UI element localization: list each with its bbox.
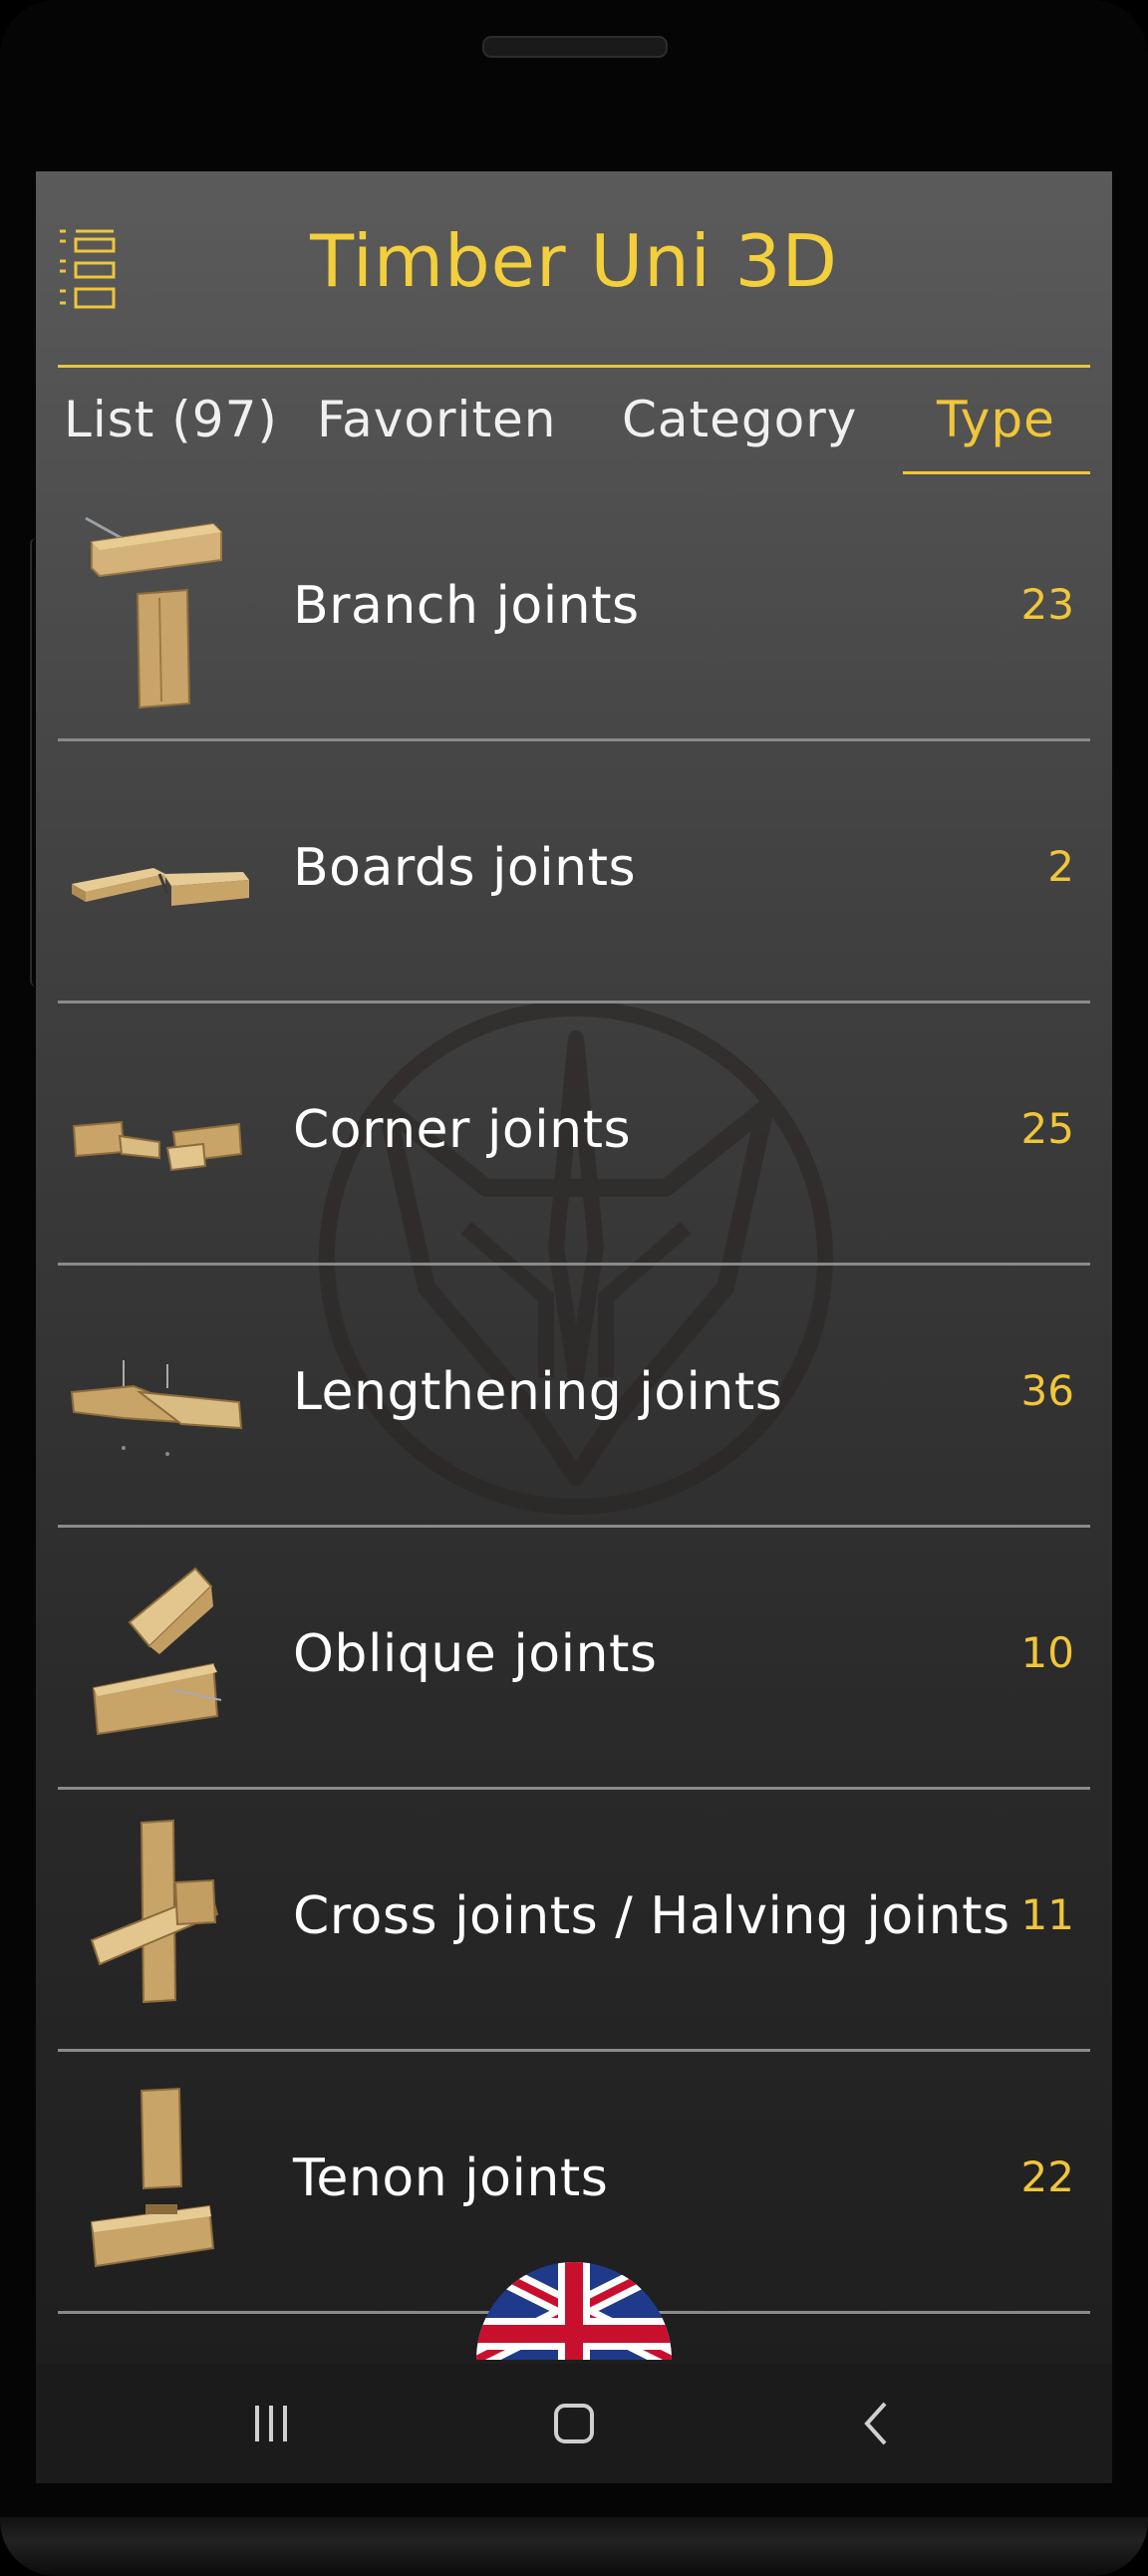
list-item[interactable]: Oblique joints 10 — [36, 1529, 1112, 1790]
app-title: Timber Uni 3D — [310, 219, 838, 303]
list-item[interactable]: Boards joints 2 — [36, 742, 1112, 1003]
list-item-label: Branch joints — [293, 576, 640, 636]
list-item-label: Lengthening joints — [293, 1362, 783, 1422]
row-divider — [58, 1001, 1090, 1003]
bottom-bezel — [0, 2517, 1148, 2576]
header-divider — [58, 365, 1090, 368]
list-item-count: 23 — [1020, 580, 1074, 629]
tab-bar: List (97) Favoriten Category Type — [36, 369, 1112, 478]
row-divider — [58, 738, 1090, 741]
list-item[interactable]: Corner joints 25 — [36, 1004, 1112, 1266]
corner-joint-thumbnail — [72, 1120, 243, 1172]
list-item-count: 22 — [1020, 2152, 1074, 2201]
row-divider — [58, 2049, 1090, 2052]
boards-joint-thumbnail — [72, 868, 249, 906]
tab-type[interactable]: Type — [937, 391, 1055, 448]
list-item[interactable]: Lengthening joints 36 — [36, 1267, 1112, 1528]
phone-frame: Timber Uni 3D List (97) Favoriten Catego… — [0, 0, 1148, 2576]
list-item-count: 2 — [1047, 842, 1074, 891]
list-item[interactable]: Branch joints 23 — [36, 480, 1112, 741]
active-tab-indicator — [903, 471, 1090, 474]
list-item[interactable]: Cross joints / Halving joints 11 — [36, 1791, 1112, 2052]
list-item-label: Corner joints — [293, 1100, 632, 1160]
oblique-joint-thumbnail — [92, 1567, 222, 1736]
tab-list[interactable]: List (97) — [64, 391, 278, 448]
home-icon[interactable] — [534, 2384, 614, 2463]
row-divider — [58, 1787, 1090, 1790]
tab-favoriten[interactable]: Favoriten — [317, 391, 557, 448]
lengthening-joint-thumbnail — [70, 1360, 243, 1456]
app-screen: Timber Uni 3D List (97) Favoriten Catego… — [36, 171, 1112, 2483]
list-item-label: Cross joints / Halving joints — [293, 1886, 1010, 1946]
row-divider — [58, 1263, 1090, 1266]
system-navigation-bar — [36, 2364, 1112, 2483]
tenon-joint-thumbnail — [90, 2087, 215, 2268]
speaker-grille — [482, 36, 668, 58]
back-icon[interactable] — [837, 2384, 917, 2463]
list-item-label: Boards joints — [293, 838, 637, 898]
list-item-label: Tenon joints — [293, 2148, 609, 2208]
list-item-label: Oblique joints — [293, 1624, 658, 1684]
tab-category[interactable]: Category — [622, 391, 857, 448]
list-item-count: 11 — [1020, 1890, 1074, 1939]
recent-apps-icon[interactable] — [231, 2384, 311, 2463]
list-item-count: 10 — [1020, 1628, 1074, 1677]
cross-joint-thumbnail — [90, 1819, 219, 2004]
app-header: Timber Uni 3D — [36, 171, 1112, 368]
union-jack-flag-icon[interactable] — [476, 2262, 672, 2360]
row-divider — [58, 1525, 1090, 1528]
list-item-count: 36 — [1020, 1366, 1074, 1415]
list-item-count: 25 — [1020, 1104, 1074, 1153]
branch-joint-thumbnail — [85, 516, 222, 710]
